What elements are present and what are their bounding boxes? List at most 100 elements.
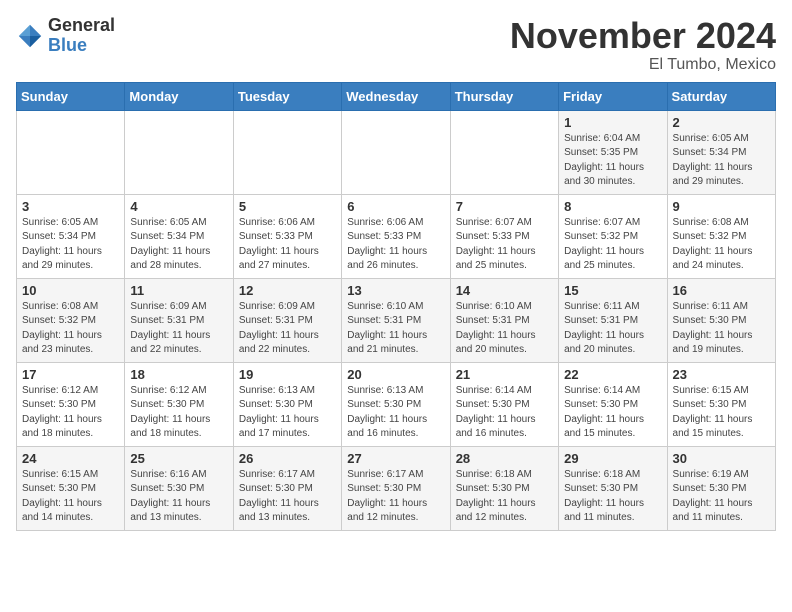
calendar-cell: 29 Sunrise: 6:18 AM Sunset: 5:30 PM Dayli… (559, 446, 667, 530)
calendar-cell: 27 Sunrise: 6:17 AM Sunset: 5:30 PM Dayli… (342, 446, 450, 530)
day-info: Sunrise: 6:15 AM Sunset: 5:30 PM Dayligh… (22, 468, 119, 526)
logo-general: General (48, 15, 115, 35)
day-number: 20 (347, 367, 444, 382)
calendar-header: SundayMondayTuesdayWednesdayThursdayFrid… (17, 82, 776, 110)
calendar-week-row: 24 Sunrise: 6:15 AM Sunset: 5:30 PM Dayli… (17, 446, 776, 530)
day-info: Sunrise: 6:10 AM Sunset: 5:31 PM Dayligh… (347, 300, 444, 358)
day-number: 27 (347, 451, 444, 466)
day-info: Sunrise: 6:18 AM Sunset: 5:30 PM Dayligh… (564, 468, 661, 526)
day-number: 1 (564, 115, 661, 130)
day-number: 22 (564, 367, 661, 382)
page-header: General Blue November 2024 El Tumbo, Mex… (16, 16, 776, 74)
calendar-cell: 7 Sunrise: 6:07 AM Sunset: 5:33 PM Daylig… (450, 194, 558, 278)
weekday-header: Sunday (17, 82, 125, 110)
calendar-cell: 24 Sunrise: 6:15 AM Sunset: 5:30 PM Dayli… (17, 446, 125, 530)
calendar-body: 1 Sunrise: 6:04 AM Sunset: 5:35 PM Daylig… (17, 110, 776, 530)
calendar-cell: 5 Sunrise: 6:06 AM Sunset: 5:33 PM Daylig… (233, 194, 341, 278)
day-info: Sunrise: 6:11 AM Sunset: 5:30 PM Dayligh… (673, 300, 770, 358)
calendar-cell: 11Sunrise: 6:09 AM Sunset: 5:31 PM Dayli… (125, 278, 233, 362)
day-info: Sunrise: 6:18 AM Sunset: 5:30 PM Dayligh… (456, 468, 553, 526)
logo-text: General Blue (48, 16, 115, 56)
calendar-cell: 21 Sunrise: 6:14 AM Sunset: 5:30 PM Dayli… (450, 362, 558, 446)
day-number: 21 (456, 367, 553, 382)
calendar-cell: 25 Sunrise: 6:16 AM Sunset: 5:30 PM Dayli… (125, 446, 233, 530)
logo-icon (16, 22, 44, 50)
calendar-cell: 26 Sunrise: 6:17 AM Sunset: 5:30 PM Dayli… (233, 446, 341, 530)
day-number: 28 (456, 451, 553, 466)
day-number: 17 (22, 367, 119, 382)
day-info: Sunrise: 6:17 AM Sunset: 5:30 PM Dayligh… (239, 468, 336, 526)
day-number: 7 (456, 199, 553, 214)
day-number: 12 (239, 283, 336, 298)
logo: General Blue (16, 16, 115, 56)
calendar-cell: 3Sunrise: 6:05 AM Sunset: 5:34 PM Daylig… (17, 194, 125, 278)
calendar-cell: 4Sunrise: 6:05 AM Sunset: 5:34 PM Daylig… (125, 194, 233, 278)
calendar-week-row: 17 Sunrise: 6:12 AM Sunset: 5:30 PM Dayli… (17, 362, 776, 446)
day-number: 13 (347, 283, 444, 298)
day-number: 24 (22, 451, 119, 466)
calendar-cell: 13 Sunrise: 6:10 AM Sunset: 5:31 PM Dayli… (342, 278, 450, 362)
day-number: 6 (347, 199, 444, 214)
day-number: 29 (564, 451, 661, 466)
calendar-cell: 9 Sunrise: 6:08 AM Sunset: 5:32 PM Daylig… (667, 194, 775, 278)
calendar-cell: 19 Sunrise: 6:13 AM Sunset: 5:30 PM Dayli… (233, 362, 341, 446)
day-info: Sunrise: 6:14 AM Sunset: 5:30 PM Dayligh… (456, 384, 553, 442)
day-info: Sunrise: 6:07 AM Sunset: 5:33 PM Dayligh… (456, 216, 553, 274)
weekday-header: Wednesday (342, 82, 450, 110)
calendar-cell: 22Sunrise: 6:14 AM Sunset: 5:30 PM Dayli… (559, 362, 667, 446)
calendar-cell: 10 Sunrise: 6:08 AM Sunset: 5:32 PM Dayli… (17, 278, 125, 362)
calendar-cell: 30Sunrise: 6:19 AM Sunset: 5:30 PM Dayli… (667, 446, 775, 530)
calendar-cell: 6 Sunrise: 6:06 AM Sunset: 5:33 PM Daylig… (342, 194, 450, 278)
day-number: 5 (239, 199, 336, 214)
location: El Tumbo, Mexico (510, 56, 776, 74)
weekday-header: Tuesday (233, 82, 341, 110)
day-number: 10 (22, 283, 119, 298)
day-number: 25 (130, 451, 227, 466)
calendar-cell (125, 110, 233, 194)
calendar-cell: 18Sunrise: 6:12 AM Sunset: 5:30 PM Dayli… (125, 362, 233, 446)
day-info: Sunrise: 6:06 AM Sunset: 5:33 PM Dayligh… (347, 216, 444, 274)
calendar-cell: 15 Sunrise: 6:11 AM Sunset: 5:31 PM Dayli… (559, 278, 667, 362)
weekday-header: Friday (559, 82, 667, 110)
calendar-cell (233, 110, 341, 194)
calendar-cell: 8 Sunrise: 6:07 AM Sunset: 5:32 PM Daylig… (559, 194, 667, 278)
day-info: Sunrise: 6:11 AM Sunset: 5:31 PM Dayligh… (564, 300, 661, 358)
day-info: Sunrise: 6:15 AM Sunset: 5:30 PM Dayligh… (673, 384, 770, 442)
day-number: 3 (22, 199, 119, 214)
day-number: 8 (564, 199, 661, 214)
day-info: Sunrise: 6:12 AM Sunset: 5:30 PM Dayligh… (22, 384, 119, 442)
day-number: 9 (673, 199, 770, 214)
calendar-table: SundayMondayTuesdayWednesdayThursdayFrid… (16, 82, 776, 531)
calendar-cell: 28 Sunrise: 6:18 AM Sunset: 5:30 PM Dayli… (450, 446, 558, 530)
day-number: 19 (239, 367, 336, 382)
calendar-cell: 2Sunrise: 6:05 AM Sunset: 5:34 PM Daylig… (667, 110, 775, 194)
day-info: Sunrise: 6:13 AM Sunset: 5:30 PM Dayligh… (239, 384, 336, 442)
day-info: Sunrise: 6:10 AM Sunset: 5:31 PM Dayligh… (456, 300, 553, 358)
logo-blue: Blue (48, 35, 87, 55)
day-info: Sunrise: 6:07 AM Sunset: 5:32 PM Dayligh… (564, 216, 661, 274)
day-info: Sunrise: 6:09 AM Sunset: 5:31 PM Dayligh… (130, 300, 227, 358)
day-info: Sunrise: 6:16 AM Sunset: 5:30 PM Dayligh… (130, 468, 227, 526)
calendar-cell: 16 Sunrise: 6:11 AM Sunset: 5:30 PM Dayli… (667, 278, 775, 362)
day-number: 23 (673, 367, 770, 382)
day-number: 26 (239, 451, 336, 466)
day-info: Sunrise: 6:04 AM Sunset: 5:35 PM Dayligh… (564, 132, 661, 190)
day-number: 16 (673, 283, 770, 298)
calendar-cell: 1 Sunrise: 6:04 AM Sunset: 5:35 PM Daylig… (559, 110, 667, 194)
calendar-cell: 17 Sunrise: 6:12 AM Sunset: 5:30 PM Dayli… (17, 362, 125, 446)
day-number: 15 (564, 283, 661, 298)
day-info: Sunrise: 6:09 AM Sunset: 5:31 PM Dayligh… (239, 300, 336, 358)
calendar-cell: 14 Sunrise: 6:10 AM Sunset: 5:31 PM Dayli… (450, 278, 558, 362)
calendar-week-row: 3Sunrise: 6:05 AM Sunset: 5:34 PM Daylig… (17, 194, 776, 278)
day-info: Sunrise: 6:13 AM Sunset: 5:30 PM Dayligh… (347, 384, 444, 442)
title-block: November 2024 El Tumbo, Mexico (510, 16, 776, 74)
day-info: Sunrise: 6:19 AM Sunset: 5:30 PM Dayligh… (673, 468, 770, 526)
weekday-header: Monday (125, 82, 233, 110)
day-number: 14 (456, 283, 553, 298)
day-info: Sunrise: 6:08 AM Sunset: 5:32 PM Dayligh… (673, 216, 770, 274)
calendar-cell (17, 110, 125, 194)
day-info: Sunrise: 6:06 AM Sunset: 5:33 PM Dayligh… (239, 216, 336, 274)
calendar-cell: 20 Sunrise: 6:13 AM Sunset: 5:30 PM Dayli… (342, 362, 450, 446)
day-info: Sunrise: 6:17 AM Sunset: 5:30 PM Dayligh… (347, 468, 444, 526)
day-info: Sunrise: 6:08 AM Sunset: 5:32 PM Dayligh… (22, 300, 119, 358)
